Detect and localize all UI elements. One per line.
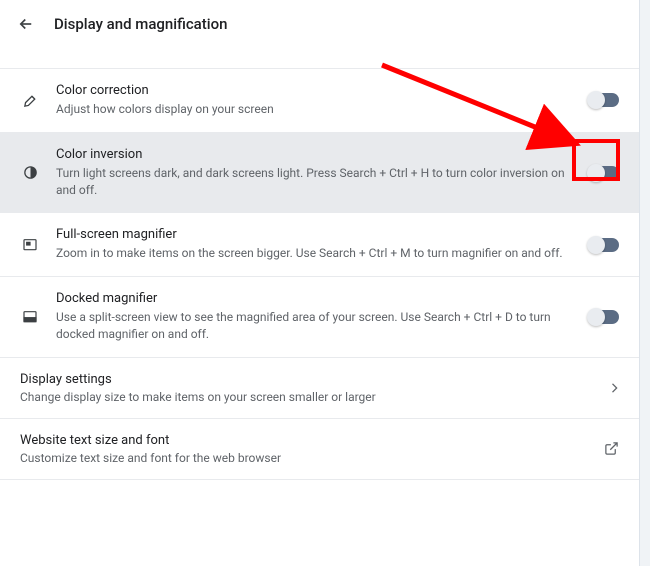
link-desc: Change display size to make items on you…: [20, 390, 611, 404]
dock-icon: [20, 309, 40, 325]
toggle-docked-magnifier[interactable]: [589, 310, 619, 324]
row-desc: Turn light screens dark, and dark screen…: [56, 165, 573, 199]
link-desc: Customize text size and font for the web…: [20, 451, 604, 465]
row-title: Docked magnifier: [56, 291, 573, 306]
row-desc: Use a split-screen view to see the magni…: [56, 309, 573, 343]
link-display-settings[interactable]: Display settings Change display size to …: [0, 357, 639, 418]
chevron-right-icon: [611, 383, 619, 393]
page-title: Display and magnification: [54, 15, 227, 33]
link-title: Display settings: [20, 372, 611, 387]
row-title: Full-screen magnifier: [56, 227, 573, 242]
contrast-icon: [20, 164, 40, 181]
toggle-fullscreen-magnifier[interactable]: [589, 238, 619, 252]
toggle-color-inversion[interactable]: [589, 166, 619, 180]
link-title: Website text size and font: [20, 433, 604, 448]
page-header: Display and magnification: [0, 0, 639, 48]
row-title: Color inversion: [56, 147, 573, 162]
toggle-color-correction[interactable]: [589, 93, 619, 107]
fullscreen-icon: [20, 237, 40, 253]
link-website-text[interactable]: Website text size and font Customize tex…: [0, 418, 639, 479]
arrow-left-icon: [17, 15, 35, 33]
row-docked-magnifier[interactable]: Docked magnifier Use a split-screen view…: [0, 276, 639, 357]
row-color-correction[interactable]: Color correction Adjust how colors displ…: [0, 68, 639, 132]
row-color-inversion[interactable]: Color inversion Turn light screens dark,…: [0, 132, 639, 213]
back-button[interactable]: [16, 14, 36, 34]
row-desc: Adjust how colors display on your screen: [56, 101, 573, 118]
eyedropper-icon: [20, 92, 40, 109]
row-fullscreen-magnifier[interactable]: Full-screen magnifier Zoom in to make it…: [0, 212, 639, 276]
row-title: Color correction: [56, 83, 573, 98]
row-desc: Zoom in to make items on the screen bigg…: [56, 245, 573, 262]
external-link-icon: [604, 441, 619, 456]
